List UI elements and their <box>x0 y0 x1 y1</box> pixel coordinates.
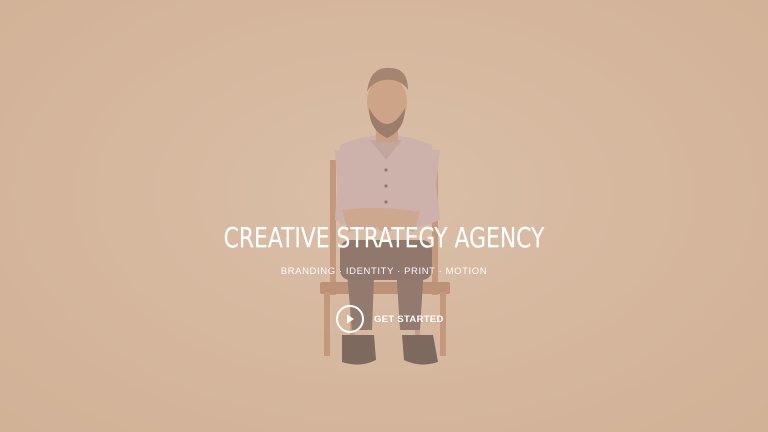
play-icon[interactable] <box>336 305 364 333</box>
hero-content: CREATIVE STRATEGY AGENCY BRANDING · IDEN… <box>0 218 768 277</box>
get-started-label: GET STARTED <box>374 313 444 325</box>
hero-headline: CREATIVE STRATEGY AGENCY <box>223 221 545 254</box>
hero-tagline: BRANDING · IDENTITY · PRINT · MOTION <box>280 266 488 277</box>
hero-section: CREATIVE STRATEGY AGENCY BRANDING · IDEN… <box>0 0 768 432</box>
play-icon-glyph <box>347 314 354 324</box>
color-overlay <box>0 0 768 432</box>
get-started-button[interactable]: GET STARTED <box>336 305 444 333</box>
